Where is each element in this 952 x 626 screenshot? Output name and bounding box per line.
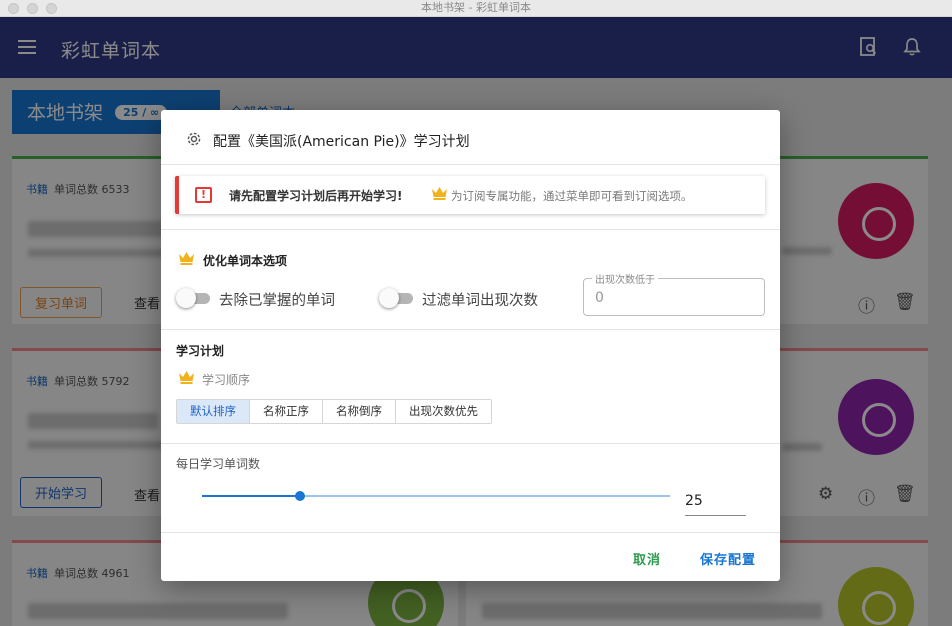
remove-mastered-label: 去除已掌握的单词 xyxy=(219,293,335,309)
study-order-label: 学习顺序 xyxy=(202,373,251,387)
daily-words-slider-fill xyxy=(202,495,300,497)
save-config-button[interactable]: 保存配置 xyxy=(700,549,756,568)
config-alert: ! 请先配置学习计划后再开始学习! 为订阅专属功能，通过菜单即可看到订阅选项。 xyxy=(175,176,765,214)
plan-section-title: 学习计划 xyxy=(176,344,225,358)
cancel-button[interactable]: 取消 xyxy=(633,549,661,568)
remove-mastered-toggle[interactable] xyxy=(176,288,210,308)
occurrence-threshold-label: 出现次数低于 xyxy=(592,271,658,286)
occurrence-threshold-field[interactable]: 出现次数低于 0 xyxy=(583,271,765,316)
alert-message: 请先配置学习计划后再开始学习! xyxy=(229,189,403,203)
crown-icon xyxy=(179,371,194,384)
order-name-asc-button[interactable]: 名称正序 xyxy=(250,400,323,423)
daily-words-label: 每日学习单词数 xyxy=(176,457,261,471)
optimize-section-title: 优化单词本选项 xyxy=(203,254,288,268)
window-title: 本地书架 - 彩虹单词本 xyxy=(421,1,531,14)
occurrence-threshold-value: 0 xyxy=(595,290,604,306)
plan-config-dialog: 配置《美国派(American Pie)》学习计划 ! 请先配置学习计划后再开始… xyxy=(161,110,780,581)
filter-occurrence-label: 过滤单词出现次数 xyxy=(422,293,538,309)
order-name-desc-button[interactable]: 名称倒序 xyxy=(323,400,396,423)
alert-icon: ! xyxy=(195,187,212,203)
dialog-header: 配置《美国派(American Pie)》学习计划 xyxy=(161,110,780,165)
study-order-toggle-group: 默认排序 名称正序 名称倒序 出现次数优先 xyxy=(176,399,492,424)
crown-icon xyxy=(179,252,194,265)
crown-icon xyxy=(432,187,447,200)
order-occurrence-button[interactable]: 出现次数优先 xyxy=(396,400,491,423)
minimize-window-button[interactable] xyxy=(27,3,38,14)
filter-occurrence-toggle[interactable] xyxy=(379,288,413,308)
zoom-window-button[interactable] xyxy=(46,3,57,14)
daily-words-slider-thumb[interactable] xyxy=(295,491,305,501)
dialog-title: 配置《美国派(American Pie)》学习计划 xyxy=(213,134,470,150)
gear-icon xyxy=(187,132,201,146)
order-default-button[interactable]: 默认排序 xyxy=(177,400,250,423)
alert-subscription-note: 为订阅专属功能，通过菜单即可看到订阅选项。 xyxy=(451,189,693,203)
daily-words-input[interactable]: 25 xyxy=(685,491,746,516)
close-window-button[interactable] xyxy=(8,3,19,14)
window-titlebar: 本地书架 - 彩虹单词本 xyxy=(0,0,952,17)
